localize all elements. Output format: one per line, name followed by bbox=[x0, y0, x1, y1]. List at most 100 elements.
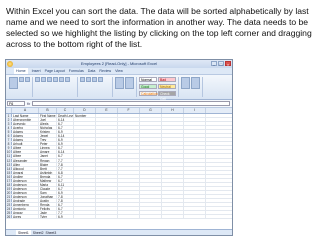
table-cell[interactable]: Brenda bbox=[39, 174, 57, 178]
table-cell[interactable] bbox=[96, 142, 118, 146]
table-cell[interactable] bbox=[140, 198, 162, 203]
table-cell[interactable] bbox=[140, 182, 162, 186]
table-cell[interactable]: Jonathan bbox=[39, 194, 57, 198]
table-cell[interactable] bbox=[74, 134, 96, 138]
table-cell[interactable] bbox=[184, 174, 206, 178]
table-cell[interactable]: Amaral bbox=[12, 170, 39, 174]
table-cell[interactable] bbox=[118, 166, 140, 170]
table-cell[interactable] bbox=[140, 118, 162, 122]
column-header[interactable]: F bbox=[118, 108, 140, 113]
table-cell[interactable] bbox=[162, 130, 184, 134]
table-cell[interactable] bbox=[74, 146, 96, 150]
table-cell[interactable] bbox=[162, 207, 184, 211]
table-cell[interactable]: Jade bbox=[39, 211, 57, 215]
table-cell[interactable] bbox=[96, 211, 118, 215]
table-cell[interactable] bbox=[74, 130, 96, 134]
table-cell[interactable] bbox=[162, 170, 184, 174]
style-calculation[interactable]: Calculation bbox=[139, 91, 158, 96]
table-cell[interactable]: Allen bbox=[12, 162, 39, 166]
table-cell[interactable] bbox=[96, 154, 118, 158]
table-cell[interactable]: Andrade bbox=[12, 198, 39, 203]
table-cell[interactable]: Tyler bbox=[39, 215, 57, 219]
table-cell[interactable] bbox=[74, 170, 96, 174]
office-button-icon[interactable] bbox=[7, 61, 13, 67]
table-cell[interactable] bbox=[96, 146, 118, 150]
table-cell[interactable]: Anderson bbox=[12, 182, 39, 186]
table-cell[interactable] bbox=[118, 211, 140, 215]
function-icon[interactable]: fx bbox=[27, 101, 30, 106]
table-cell[interactable] bbox=[184, 203, 206, 207]
table-cell[interactable] bbox=[74, 158, 96, 162]
table-cell[interactable] bbox=[140, 166, 162, 170]
table-cell[interactable] bbox=[74, 138, 96, 142]
table-cell[interactable]: 6-7 bbox=[57, 174, 74, 178]
table-cell[interactable]: 7-8 bbox=[57, 162, 74, 166]
table-cell[interactable] bbox=[140, 138, 162, 142]
table-cell[interactable]: 6-7 bbox=[57, 203, 74, 207]
table-cell[interactable] bbox=[162, 190, 184, 194]
bold-icon[interactable] bbox=[35, 77, 40, 82]
table-cell[interactable] bbox=[140, 215, 162, 219]
table-cell[interactable]: Mathew bbox=[39, 178, 57, 182]
table-cell[interactable] bbox=[162, 211, 184, 215]
table-cell[interactable] bbox=[118, 122, 140, 126]
table-cell[interactable] bbox=[140, 190, 162, 194]
table-cell[interactable]: 6-14 bbox=[57, 134, 74, 138]
table-cell[interactable] bbox=[74, 122, 96, 126]
table-cell[interactable] bbox=[140, 186, 162, 190]
style-neutral[interactable]: Neutral bbox=[158, 84, 176, 89]
table-cell[interactable] bbox=[162, 122, 184, 126]
maximize-button[interactable]: □ bbox=[218, 61, 224, 67]
table-cell[interactable]: Adams bbox=[12, 134, 39, 138]
table-cell[interactable] bbox=[74, 194, 96, 198]
table-cell[interactable] bbox=[118, 174, 140, 178]
tab-view[interactable]: View bbox=[115, 68, 123, 74]
table-cell[interactable]: Anderson bbox=[12, 178, 39, 182]
table-cell[interactable]: Brett bbox=[39, 166, 57, 170]
table-cell[interactable] bbox=[96, 122, 118, 126]
table-cell[interactable] bbox=[162, 166, 184, 170]
column-header[interactable]: B bbox=[39, 108, 57, 113]
empty-cell[interactable] bbox=[162, 114, 184, 118]
table-cell[interactable] bbox=[96, 182, 118, 186]
tab-insert[interactable]: Insert bbox=[32, 68, 41, 74]
column-header[interactable]: E bbox=[96, 108, 118, 113]
table-cell[interactable] bbox=[184, 138, 206, 142]
table-cell[interactable] bbox=[118, 182, 140, 186]
table-cell[interactable]: 6-8 bbox=[57, 170, 74, 174]
table-cell[interactable]: Peter bbox=[39, 142, 57, 146]
table-cell[interactable]: Acevedo bbox=[12, 122, 39, 126]
column-header[interactable]: D bbox=[74, 108, 96, 113]
table-cell[interactable] bbox=[162, 162, 184, 166]
header-cell[interactable]: First Name bbox=[39, 114, 57, 118]
table-cell[interactable]: 6-9 bbox=[57, 142, 74, 146]
spreadsheet-grid[interactable]: 1 Last Name First Name Death Level Numbe… bbox=[6, 114, 232, 220]
conditional-formatting-icon[interactable] bbox=[115, 77, 124, 89]
table-cell[interactable] bbox=[118, 134, 140, 138]
table-cell[interactable]: 6-9 bbox=[57, 130, 74, 134]
table-cell[interactable]: Albee bbox=[12, 154, 39, 158]
wrap-text-icon[interactable] bbox=[98, 77, 103, 82]
table-cell[interactable]: Albee bbox=[12, 146, 39, 150]
table-cell[interactable] bbox=[74, 190, 96, 194]
empty-cell[interactable] bbox=[140, 114, 162, 118]
table-cell[interactable] bbox=[140, 130, 162, 134]
table-cell[interactable]: Sam bbox=[39, 190, 57, 194]
sheet-tab[interactable]: Sheet1 bbox=[16, 230, 31, 235]
table-cell[interactable] bbox=[118, 198, 140, 203]
table-cell[interactable]: Alexander bbox=[12, 158, 39, 162]
column-header[interactable]: G bbox=[140, 108, 162, 113]
table-cell[interactable]: 7-8 bbox=[57, 198, 74, 203]
cut-icon[interactable] bbox=[19, 77, 24, 82]
table-cell[interactable] bbox=[184, 182, 206, 186]
tab-formulas[interactable]: Formulas bbox=[69, 68, 84, 74]
formula-input[interactable] bbox=[32, 101, 230, 106]
table-cell[interactable] bbox=[74, 142, 96, 146]
table-cell[interactable] bbox=[96, 130, 118, 134]
table-cell[interactable] bbox=[118, 207, 140, 211]
table-cell[interactable] bbox=[140, 211, 162, 215]
table-cell[interactable]: 6-7 bbox=[57, 146, 74, 150]
table-cell[interactable] bbox=[74, 174, 96, 178]
table-cell[interactable] bbox=[184, 158, 206, 162]
style-good[interactable]: Good bbox=[139, 84, 157, 89]
